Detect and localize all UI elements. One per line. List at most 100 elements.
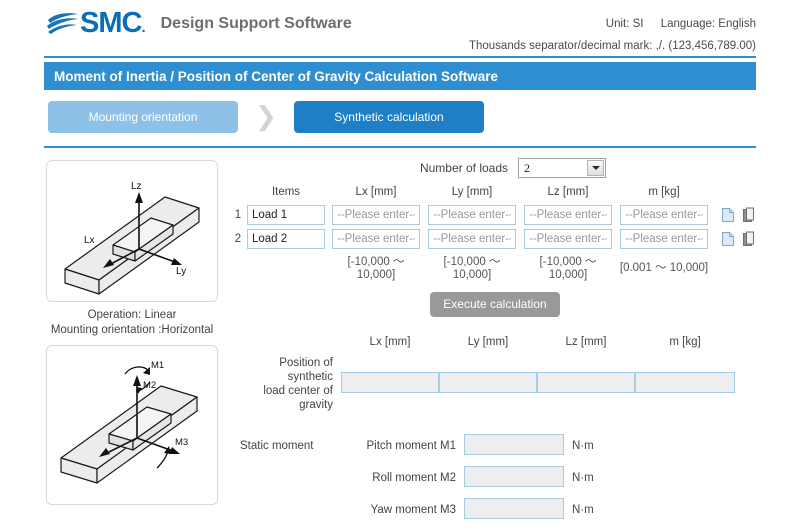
sidebar: Lz Lx Ly Operation: Linear Mounting orie… xyxy=(46,160,218,505)
paste-icon[interactable] xyxy=(742,207,756,223)
number-of-loads-label: Number of loads xyxy=(419,161,509,175)
execute-calculation-button[interactable]: Execute calculation xyxy=(430,292,560,317)
pitch-moment-unit: N·m xyxy=(572,440,594,452)
linear-actuator-axes-diagram: Lz Lx Ly xyxy=(46,160,218,302)
moment-label-m1: M1 xyxy=(151,360,164,371)
result-lz-output xyxy=(537,372,635,393)
number-of-loads-value: 2 xyxy=(524,160,531,175)
language-setting[interactable]: Language: English xyxy=(661,18,756,30)
range-ly: [-10,000 ～ 10,000] xyxy=(443,256,501,281)
axes-diagram-svg: Lz Lx Ly xyxy=(64,181,200,295)
chevron-down-icon[interactable] xyxy=(587,160,605,176)
copy-icon[interactable] xyxy=(721,207,735,223)
main-panel: Number of loads 2 Items Lx [mm] Ly [mm] … xyxy=(232,158,772,526)
operation-text: Operation: Linear xyxy=(87,309,177,321)
axis-label-ly: Ly xyxy=(176,266,186,277)
range-m: [0.001 ～ 10,000] xyxy=(619,262,709,274)
result-header-m: m [kg] xyxy=(669,336,701,348)
header-items: Items xyxy=(271,186,301,198)
results-value-row: Position of synthetic load center of gra… xyxy=(232,354,735,414)
loads-table-header: Items Lx [mm] Ly [mm] Lz [mm] m [kg] xyxy=(232,186,764,203)
yaw-moment-unit: N·m xyxy=(572,504,594,516)
load-1-lx-input[interactable] xyxy=(332,205,420,225)
steps-divider xyxy=(44,146,756,148)
static-moment-table: Static moment Pitch moment M1 N·m Roll m… xyxy=(232,430,594,526)
step-synthetic-calculation[interactable]: Synthetic calculation xyxy=(294,101,484,133)
synthetic-cog-label: Position of synthetic load center of gra… xyxy=(232,354,341,414)
synthetic-cog-label-line1: Position of synthetic xyxy=(279,357,333,383)
roll-moment-label: Roll moment M2 xyxy=(372,472,456,484)
pitch-moment-output xyxy=(464,434,564,455)
header-divider xyxy=(44,56,756,58)
smc-wordmark: SMC xyxy=(80,7,142,39)
static-moment-section: Static moment Pitch moment M1 N·m Roll m… xyxy=(232,430,772,526)
chevron-right-icon: ❯ xyxy=(255,102,277,132)
result-header-ly: Ly [mm] xyxy=(467,336,509,348)
results-table: Lx [mm] Ly [mm] Lz [mm] m [kg] Position … xyxy=(232,335,735,414)
moments-diagram-svg: M1 M2 M3 xyxy=(60,360,198,484)
number-of-loads-row: Number of loads 2 xyxy=(232,158,772,178)
brand-area: SMC . Design Support Software xyxy=(46,9,352,38)
load-1-lz-input[interactable] xyxy=(524,205,612,225)
static-moment-row-m3: Yaw moment M3 N·m xyxy=(232,494,594,526)
static-moment-row-m2: Roll moment M2 N·m xyxy=(232,462,594,494)
step-mounting-orientation-label: Mounting orientation xyxy=(88,110,198,124)
range-row: [-10,000 ～ 10,000] [-10,000 ～ 10,000] [-… xyxy=(232,251,764,283)
axis-label-lz: Lz xyxy=(131,181,142,192)
load-2-item-input[interactable] xyxy=(247,229,325,249)
page-title: Moment of Inertia / Position of Center o… xyxy=(54,68,499,84)
header-spacer xyxy=(232,186,244,203)
results-section: Lx [mm] Ly [mm] Lz [mm] m [kg] Position … xyxy=(232,335,772,414)
header-actions xyxy=(712,186,764,203)
paste-icon[interactable] xyxy=(742,231,756,247)
sidebar-caption: Operation: Linear Mounting orientation :… xyxy=(46,308,218,338)
execute-row: Execute calculation xyxy=(218,292,772,317)
results-header-spacer xyxy=(232,335,341,354)
load-2-ly-input[interactable] xyxy=(428,229,516,249)
table-row: 1 xyxy=(232,203,764,227)
range-lz: [-10,000 ～ 10,000] xyxy=(539,256,597,281)
row-index-2: 2 xyxy=(234,233,242,245)
load-1-m-input[interactable] xyxy=(620,205,708,225)
page-title-banner: Moment of Inertia / Position of Center o… xyxy=(44,62,756,90)
synthetic-cog-label-line2: load center of gravity xyxy=(263,385,333,411)
app-subtitle: Design Support Software xyxy=(160,14,352,32)
header-m: m [kg] xyxy=(648,186,680,198)
step-mounting-orientation[interactable]: Mounting orientation xyxy=(48,101,238,133)
range-lx: [-10,000 ～ 10,000] xyxy=(347,256,405,281)
static-moment-row-m1: Static moment Pitch moment M1 N·m xyxy=(232,430,594,462)
number-of-loads-select[interactable]: 2 xyxy=(518,158,607,178)
step-synthetic-calculation-label: Synthetic calculation xyxy=(334,110,444,124)
header-lz: Lz [mm] xyxy=(547,186,589,198)
step-navigation: Mounting orientation ❯ Synthetic calcula… xyxy=(48,101,484,133)
mounting-orientation-text: Mounting orientation :Horizontal xyxy=(50,324,214,336)
result-header-lz: Lz [mm] xyxy=(565,336,607,348)
header-meta: Unit: SI Language: English Thousands sep… xyxy=(469,18,756,52)
pitch-moment-label: Pitch moment M1 xyxy=(366,440,456,452)
yaw-moment-label: Yaw moment M3 xyxy=(370,504,456,516)
results-header-row: Lx [mm] Ly [mm] Lz [mm] m [kg] xyxy=(232,335,735,354)
header-ly: Ly [mm] xyxy=(451,186,493,198)
load-1-ly-input[interactable] xyxy=(428,205,516,225)
linear-actuator-moments-diagram: M1 M2 M3 xyxy=(46,345,218,505)
roll-moment-output xyxy=(464,466,564,487)
yaw-moment-output xyxy=(464,498,564,519)
separator-note: Thousands separator/decimal mark: ,/. (1… xyxy=(468,40,756,52)
table-row: 2 xyxy=(232,227,764,251)
load-2-lx-input[interactable] xyxy=(332,229,420,249)
smc-logo: SMC . xyxy=(46,9,146,38)
copy-icon[interactable] xyxy=(721,231,735,247)
load-1-item-input[interactable] xyxy=(247,205,325,225)
smc-swirl-icon xyxy=(47,12,78,34)
moment-label-m3: M3 xyxy=(175,437,188,448)
header-lx: Lx [mm] xyxy=(355,186,397,198)
result-header-lx: Lx [mm] xyxy=(369,336,411,348)
load-2-lz-input[interactable] xyxy=(524,229,612,249)
load-2-m-input[interactable] xyxy=(620,229,708,249)
load-1-actions xyxy=(712,207,764,223)
moment-label-m2: M2 xyxy=(143,380,156,391)
result-m-output xyxy=(635,372,735,393)
unit-setting[interactable]: Unit: SI xyxy=(606,18,644,30)
static-moment-label: Static moment xyxy=(240,440,314,452)
smc-logo-dot: . xyxy=(141,19,146,36)
